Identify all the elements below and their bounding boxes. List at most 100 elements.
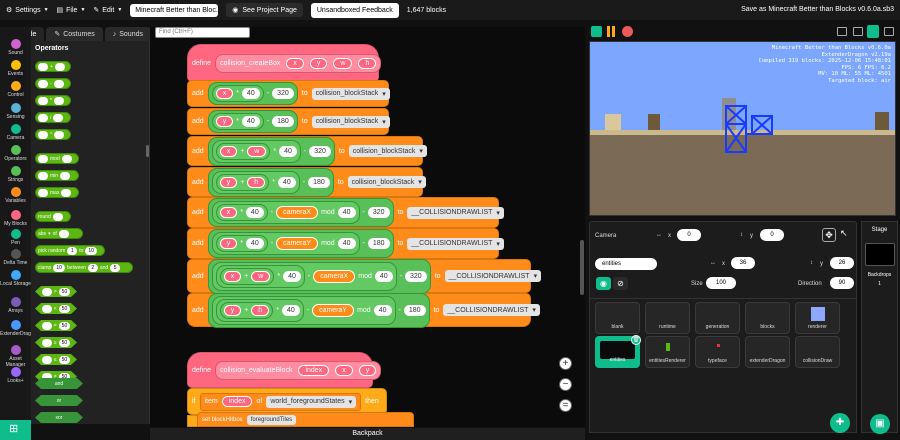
number-input[interactable]: 180 <box>308 176 330 188</box>
fullscreen-icon[interactable] <box>884 27 894 36</box>
input-slot[interactable] <box>42 322 52 330</box>
number-input[interactable]: 180 <box>272 116 294 127</box>
input-slot[interactable] <box>38 79 48 88</box>
number-input[interactable]: 40 <box>241 88 260 99</box>
pause-icon[interactable] <box>607 26 610 37</box>
zoom-in-icon[interactable]: + <box>559 357 572 370</box>
number-input[interactable]: 40 <box>337 207 356 218</box>
sprite-tile[interactable]: runtime <box>645 302 690 334</box>
abs-block[interactable]: abs ▾ of <box>35 228 83 239</box>
arg-x[interactable]: x <box>219 207 238 218</box>
less-than-block[interactable]: <50 <box>35 303 77 314</box>
arg-h[interactable]: h <box>251 304 270 316</box>
zoom-out-icon[interactable]: − <box>559 378 572 391</box>
add-to-list-block[interactable]: add x * 40-320 to collision_blockStack ▾ <box>187 80 390 107</box>
input-slot[interactable] <box>38 171 48 180</box>
sprite-name-input[interactable]: entities <box>595 258 657 270</box>
stage-target-panel[interactable]: Stage Backdrops 1 ▣ <box>861 221 898 434</box>
category-control[interactable]: Control <box>0 81 31 98</box>
number-input[interactable]: 320 <box>272 88 294 99</box>
list-dropdown[interactable]: collision_blockStack ▾ <box>311 115 390 128</box>
operator-block[interactable]: y * 40- cameraY mod 40-180 <box>207 229 394 258</box>
list-dropdown[interactable]: collision_blockStack ▾ <box>347 176 426 188</box>
green-flag-icon[interactable] <box>591 26 602 37</box>
input-slot[interactable] <box>38 130 48 139</box>
input-slot[interactable] <box>53 113 64 122</box>
input-slot[interactable] <box>54 62 65 71</box>
input-slot[interactable] <box>42 288 52 296</box>
input-slot[interactable] <box>38 154 48 163</box>
arg-y[interactable]: y <box>223 304 242 316</box>
arg-h[interactable]: h <box>358 57 377 69</box>
number-input[interactable]: 40 <box>279 145 297 157</box>
category-arrays[interactable]: Arrays <box>0 297 31 314</box>
number-input[interactable]: 40 <box>374 270 393 282</box>
arg-w[interactable]: w <box>333 57 353 69</box>
arg-x[interactable]: x <box>223 270 242 282</box>
sprite-tile[interactable]: collisionDraw <box>795 336 840 368</box>
small-stage-icon[interactable] <box>837 27 847 36</box>
category-extenderdragonutil[interactable]: ExtenderDragonUtil <box>0 320 44 337</box>
arg-w[interactable]: w <box>247 145 267 157</box>
input-slot[interactable] <box>38 113 48 122</box>
input-slot[interactable] <box>42 305 52 313</box>
sprite-tile[interactable]: generation <box>695 302 740 334</box>
operator-block[interactable]: x + w * 40- cameraX mod 40-320 <box>207 258 431 294</box>
move-icon[interactable]: ✥ <box>822 228 836 242</box>
variable-reporter[interactable]: cameraX <box>276 206 319 219</box>
number-input[interactable]: 40 <box>241 116 260 127</box>
sprite-tile[interactable]: typeface <box>695 336 740 368</box>
category-delta-time[interactable]: Delta Time <box>0 249 31 266</box>
operator-block[interactable]: x + w * 40-320 <box>207 136 335 166</box>
item-of-list-reporter[interactable]: item index of world_foregroundStates ▾ <box>199 392 362 411</box>
category-variables[interactable]: Variables <box>0 187 31 204</box>
number-input[interactable]: 40 <box>277 176 296 188</box>
min-block[interactable]: min <box>35 170 79 181</box>
file-menu[interactable]: ▤ File ▼ <box>57 6 86 15</box>
clamp-min-input[interactable]: 2 <box>87 263 98 272</box>
normal-stage-icon[interactable] <box>853 27 863 36</box>
large-stage-icon[interactable] <box>867 25 879 38</box>
add-to-list-block[interactable]: add x * 40- cameraX mod 40-320 to __COLLISION… <box>187 197 504 228</box>
operator-block[interactable]: x * 40-320 <box>207 82 298 105</box>
tab-costumes[interactable]: ✎ Costumes <box>46 27 103 41</box>
compare-input[interactable]: 50 <box>59 288 71 296</box>
arg-index[interactable]: index <box>298 364 330 376</box>
unsandboxed-feedback-button[interactable]: Unsandboxed Feedback <box>310 2 399 18</box>
category-my-blocks[interactable]: My Blocks <box>0 210 31 227</box>
multiply-block[interactable]: * <box>35 95 71 106</box>
number-input[interactable]: 180 <box>367 238 390 249</box>
category-events[interactable]: Events <box>0 60 31 77</box>
add-block[interactable]: + <box>35 61 71 72</box>
compare-input[interactable]: 50 <box>59 339 71 347</box>
size-input[interactable]: 100 <box>706 277 736 289</box>
sprite-tile[interactable]: extenderDragon <box>745 336 790 368</box>
input-slot[interactable] <box>58 229 69 238</box>
number-input[interactable]: 180 <box>403 304 426 316</box>
category-strings[interactable]: Strings <box>0 166 31 183</box>
number-input[interactable]: 40 <box>245 238 264 249</box>
sprite-y-input[interactable]: 26 <box>830 257 854 269</box>
add-to-list-block[interactable]: add y + h * 40-180 to collision_blockStack ▾ <box>187 167 426 197</box>
category-pen[interactable]: Pen <box>0 229 31 246</box>
define-hat-block[interactable]: define collision_evaluateBlock index x y <box>187 352 382 388</box>
backpack[interactable]: Backpack <box>150 428 585 440</box>
find-input[interactable]: Find (Ctrl+F) <box>155 27 250 38</box>
clamp-max-input[interactable]: 5 <box>110 263 121 272</box>
list-dropdown[interactable]: __COLLISIONDRAWLIST ▾ <box>444 270 542 282</box>
partial-block[interactable]: set blockHitbox foregroundTiles <box>197 412 414 427</box>
number-input[interactable]: 40 <box>245 207 264 218</box>
add-to-list-block[interactable]: add y + h * 40- cameraY mod 40-180 to __COLLISI… <box>187 292 540 328</box>
settings-menu[interactable]: ⚙ Settings ▼ <box>6 6 49 15</box>
list-dropdown[interactable]: collision_blockStack ▾ <box>348 145 427 157</box>
max-block[interactable]: max <box>35 187 79 198</box>
number-input[interactable]: 320 <box>405 270 427 282</box>
stop-icon[interactable] <box>622 26 633 37</box>
compare-input[interactable]: 50 <box>59 305 71 313</box>
show-icon[interactable]: ◉ <box>596 277 611 290</box>
list-dropdown[interactable]: collision_blockStack ▾ <box>311 87 390 100</box>
category-sound[interactable]: Sound <box>0 39 31 56</box>
operator-block[interactable]: y + h * 40-180 <box>207 167 334 197</box>
palette-scrollbar[interactable] <box>146 145 149 157</box>
project-title-input[interactable]: Minecraft Better than Bloc... <box>130 3 219 17</box>
